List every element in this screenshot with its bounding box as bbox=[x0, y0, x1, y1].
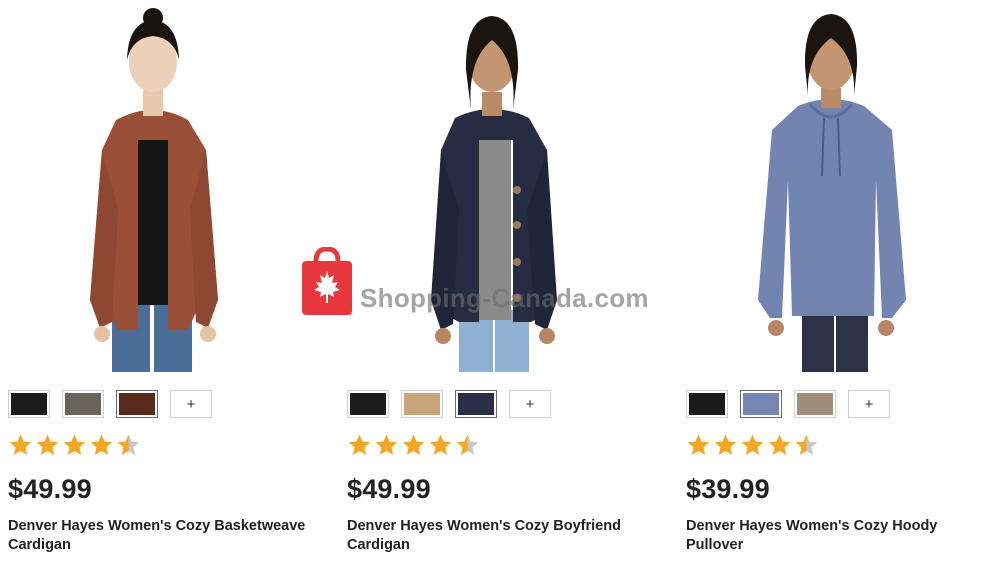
more-colors-button[interactable]: + bbox=[170, 390, 212, 418]
color-swatch-black[interactable] bbox=[347, 390, 389, 418]
color-swatch-rust[interactable] bbox=[116, 390, 158, 418]
star-full-icon bbox=[402, 434, 425, 455]
star-half-icon bbox=[456, 434, 479, 455]
star-full-icon bbox=[714, 434, 737, 455]
color-swatch-camel[interactable] bbox=[401, 390, 443, 418]
color-swatch-mocha[interactable] bbox=[794, 390, 836, 418]
star-half-icon bbox=[795, 434, 818, 455]
product-name-link[interactable]: Denver Hayes Women's Cozy Basketweave Ca… bbox=[8, 517, 308, 555]
star-full-icon bbox=[687, 434, 710, 455]
product-name-link[interactable]: Denver Hayes Women's Cozy Hoody Pullover bbox=[686, 517, 986, 555]
star-rating bbox=[347, 433, 480, 458]
star-full-icon bbox=[429, 434, 452, 455]
color-swatches: + bbox=[347, 390, 551, 418]
more-colors-button[interactable]: + bbox=[509, 390, 551, 418]
color-swatch-blue[interactable] bbox=[740, 390, 782, 418]
color-swatch-taupe[interactable] bbox=[62, 390, 104, 418]
star-full-icon bbox=[36, 434, 59, 455]
product-price: $49.99 bbox=[347, 474, 431, 504]
star-full-icon bbox=[9, 434, 32, 455]
star-half-icon bbox=[117, 434, 140, 455]
star-full-icon bbox=[768, 434, 791, 455]
product-image[interactable] bbox=[706, 0, 956, 372]
product-name-link[interactable]: Denver Hayes Women's Cozy Boyfriend Card… bbox=[347, 517, 647, 555]
product-image[interactable] bbox=[367, 0, 617, 372]
color-swatches: + bbox=[686, 390, 890, 418]
star-rating bbox=[8, 433, 141, 458]
product-card: + $39.99 Denver Hayes Women's Cozy Hoody… bbox=[686, 0, 1000, 565]
product-card: + $49.99 Denver Hayes Women's Cozy Boyfr… bbox=[347, 0, 667, 565]
product-price: $49.99 bbox=[8, 474, 92, 504]
product-price: $39.99 bbox=[686, 474, 770, 504]
star-rating bbox=[686, 433, 819, 458]
more-colors-button[interactable]: + bbox=[848, 390, 890, 418]
color-swatches: + bbox=[8, 390, 212, 418]
product-image[interactable] bbox=[28, 0, 278, 372]
star-full-icon bbox=[741, 434, 764, 455]
color-swatch-black[interactable] bbox=[8, 390, 50, 418]
color-swatch-navy[interactable] bbox=[455, 390, 497, 418]
star-full-icon bbox=[375, 434, 398, 455]
product-grid: + $49.99 Denver Hayes Women's Cozy Baske… bbox=[0, 0, 1000, 565]
star-full-icon bbox=[348, 434, 371, 455]
product-card: + $49.99 Denver Hayes Women's Cozy Baske… bbox=[8, 0, 328, 565]
color-swatch-black[interactable] bbox=[686, 390, 728, 418]
star-full-icon bbox=[63, 434, 86, 455]
star-full-icon bbox=[90, 434, 113, 455]
